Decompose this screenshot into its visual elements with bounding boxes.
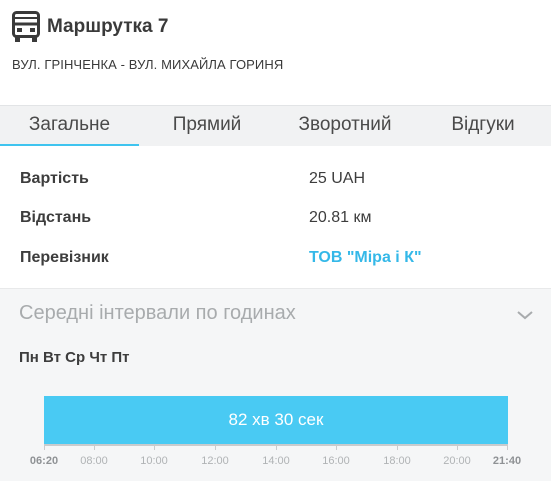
price-label: Вартість bbox=[20, 170, 89, 187]
tab-reviews[interactable]: Відгуки bbox=[415, 106, 551, 147]
bus-icon bbox=[12, 11, 40, 42]
intervals-section: Середні інтервали по годинах Пн Вт Ср Чт… bbox=[0, 288, 551, 481]
route-streets: ВУЛ. ГРІНЧЕНКА - ВУЛ. МИХАЙЛА ГОРИНЯ bbox=[12, 57, 284, 72]
price-value: 25 UAH bbox=[309, 170, 366, 187]
axis-tick-label: 20:00 bbox=[443, 455, 471, 467]
axis-tick bbox=[44, 444, 45, 450]
axis-end-label: 21:40 bbox=[492, 455, 522, 467]
tab-bar: Загальне Прямий Зворотний Відгуки bbox=[0, 105, 551, 147]
tab-return[interactable]: Зворотний bbox=[275, 106, 415, 147]
interval-bar[interactable]: 82 хв 30 сек bbox=[44, 396, 508, 444]
axis-tick-label: 18:00 bbox=[383, 455, 411, 467]
axis-tick-label: 12:00 bbox=[201, 455, 229, 467]
axis-start-label: 06:20 bbox=[29, 455, 59, 467]
route-title: Маршрутка 7 bbox=[47, 16, 169, 37]
axis-tick bbox=[276, 444, 277, 450]
axis-tick-label: 10:00 bbox=[140, 455, 168, 467]
axis-tick bbox=[94, 444, 95, 450]
tab-general[interactable]: Загальне bbox=[0, 106, 139, 147]
route-info: Вартість 25 UAH Відстань 20.81 км Переві… bbox=[0, 146, 551, 288]
tab-forward[interactable]: Прямий bbox=[139, 106, 275, 147]
distance-label: Відстань bbox=[20, 209, 92, 226]
axis-tick bbox=[336, 444, 337, 450]
axis-tick bbox=[154, 444, 155, 450]
axis-tick bbox=[507, 444, 508, 450]
route-header: Маршрутка 7 ВУЛ. ГРІНЧЕНКА - ВУЛ. МИХАЙЛ… bbox=[0, 0, 551, 105]
axis-tick bbox=[397, 444, 398, 450]
axis-tick bbox=[457, 444, 458, 450]
axis-tick-label: 14:00 bbox=[262, 455, 290, 467]
axis-tick-label: 16:00 bbox=[322, 455, 350, 467]
carrier-label: Перевізник bbox=[20, 249, 109, 266]
weekdays-label: Пн Вт Ср Чт Пт bbox=[19, 349, 130, 366]
carrier-link[interactable]: ТОВ "Міра і К" bbox=[309, 249, 422, 267]
intervals-title[interactable]: Середні інтервали по годинах bbox=[19, 302, 296, 325]
distance-value: 20.81 км bbox=[309, 209, 372, 226]
axis-tick bbox=[215, 444, 216, 450]
axis-tick-label: 08:00 bbox=[80, 455, 108, 467]
chevron-down-icon[interactable] bbox=[516, 309, 534, 321]
